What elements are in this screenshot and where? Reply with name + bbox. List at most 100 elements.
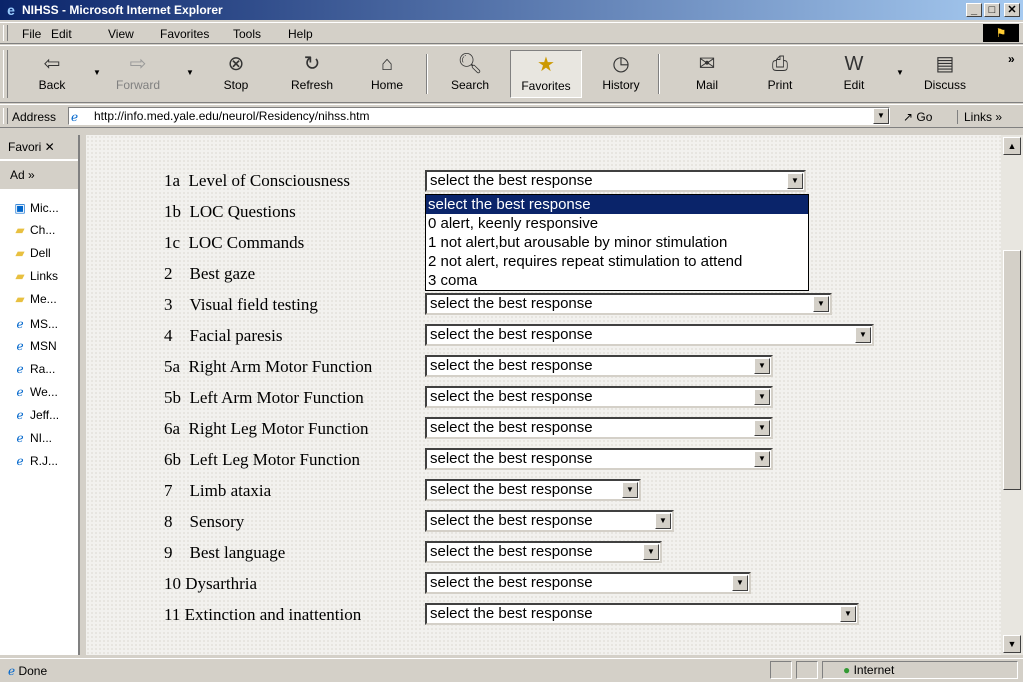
forward-dropdown-icon[interactable]: ▼ (186, 68, 194, 77)
favorite-item[interactable]: ℯ NI... (12, 431, 52, 445)
minimize-button[interactable]: _ (966, 3, 982, 17)
go-label: Go (916, 110, 933, 124)
address-url: http://info.med.yale.edu/neurol/Residenc… (94, 109, 370, 123)
discuss-label: Discuss (923, 78, 966, 92)
nihss-select-5a[interactable]: select the best response ▼ (425, 355, 773, 377)
nihss-select-7[interactable]: select the best response ▼ (425, 479, 641, 501)
refresh-button[interactable]: ↻ Refresh (283, 50, 341, 98)
select-option[interactable]: 2 not alert, requires repeat stimulation… (426, 252, 808, 271)
favorite-folder[interactable]: ▰ Links (12, 269, 58, 283)
favorites-button[interactable]: ★ Favorites (510, 50, 582, 98)
forward-button[interactable]: ⇨ Forward (108, 50, 168, 98)
home-button[interactable]: ⌂ Home (362, 50, 412, 98)
addressbar-grip[interactable] (3, 108, 8, 124)
favorite-item[interactable]: ℯ R.J... (12, 454, 58, 468)
nihss-select-4[interactable]: select the best response ▼ (425, 324, 874, 346)
select-arrow-icon[interactable]: ▼ (754, 451, 770, 467)
select-arrow-icon[interactable]: ▼ (813, 296, 829, 312)
select-option[interactable]: 1 not alert,but arousable by minor stimu… (426, 233, 808, 252)
nihss-item-label: 3 Visual field testing (164, 295, 318, 314)
select-option[interactable]: 3 coma (426, 271, 808, 290)
favorite-item[interactable]: ℯ Jeff... (12, 408, 59, 422)
select-arrow-icon[interactable]: ▼ (655, 513, 671, 529)
favorite-item[interactable]: ℯ Ra... (12, 362, 55, 376)
nihss-select-11[interactable]: select the best response ▼ (425, 603, 859, 625)
select-arrow-icon[interactable]: ▼ (732, 575, 748, 591)
edit-dropdown-icon[interactable]: ▼ (896, 68, 904, 77)
back-button[interactable]: ⇦ Back (28, 50, 76, 98)
menu-file[interactable]: File (22, 27, 41, 41)
menu-edit[interactable]: Edit (51, 27, 72, 41)
favorite-item[interactable]: ℯ We... (12, 385, 57, 399)
maximize-button[interactable]: □ (984, 3, 1000, 17)
favorites-pane-header: Favori ✕ (0, 135, 78, 159)
nihss-select-1a[interactable]: select the best response ▼ (425, 170, 806, 192)
search-label: Search (450, 78, 490, 92)
toolbar-grip[interactable] (3, 50, 8, 98)
toolbar-more-chevron[interactable]: » (1008, 52, 1015, 66)
address-dropdown-button[interactable]: ▼ (873, 108, 889, 124)
back-dropdown-icon[interactable]: ▼ (93, 68, 101, 77)
nihss-select-6a[interactable]: select the best response ▼ (425, 417, 773, 439)
menu-help[interactable]: Help (288, 27, 313, 41)
ie-page-icon: ℯ (16, 431, 24, 445)
select-arrow-icon[interactable]: ▼ (622, 482, 638, 498)
address-input[interactable]: ℯ http://info.med.yale.edu/neurol/Reside… (68, 107, 890, 125)
scroll-down-button[interactable]: ▼ (1003, 635, 1021, 653)
links-toolbar[interactable]: Links » (957, 110, 1002, 124)
nihss-select-6b[interactable]: select the best response ▼ (425, 448, 773, 470)
go-button[interactable]: ↗ Go (903, 110, 932, 124)
status-panel (796, 661, 818, 679)
favorites-pane-title[interactable]: Favori ✕ (8, 140, 55, 154)
favorite-item[interactable]: ▣ Mic... (12, 201, 58, 215)
mail-button[interactable]: ✉ Mail (682, 50, 732, 98)
select-arrow-icon[interactable]: ▼ (855, 327, 871, 343)
favorite-item[interactable]: ℯ MS... (12, 317, 58, 331)
select-option[interactable]: 0 alert, keenly responsive (426, 214, 808, 233)
stop-label: Stop (223, 78, 249, 92)
nihss-item-label: 10 Dysarthria (164, 574, 258, 593)
edit-button[interactable]: W Edit (830, 50, 878, 98)
favorite-item[interactable]: ℯ MSN (12, 339, 56, 353)
nihss-select-8[interactable]: select the best response ▼ (425, 510, 674, 532)
favorite-folder[interactable]: ▰ Dell (12, 246, 50, 260)
vertical-scrollbar[interactable]: ▲ ▼ (1001, 135, 1023, 655)
history-button[interactable]: ◷ History (592, 50, 650, 98)
select-arrow-icon[interactable]: ▼ (643, 544, 659, 560)
history-label: History (602, 78, 640, 92)
scroll-up-button[interactable]: ▲ (1003, 137, 1021, 155)
print-button[interactable]: ⎙ Print (756, 50, 804, 98)
select-arrow-icon[interactable]: ▼ (754, 358, 770, 374)
nihss-select-10[interactable]: select the best response ▼ (425, 572, 751, 594)
menu-tools[interactable]: Tools (233, 27, 261, 41)
nihss-select-3[interactable]: select the best response ▼ (425, 293, 832, 315)
ie-page-icon: ℯ (8, 664, 16, 678)
search-button[interactable]: 🔍︎ Search (442, 50, 498, 98)
folder-icon: ▰ (15, 246, 25, 260)
discuss-button[interactable]: ▤ Discuss (915, 50, 975, 98)
folder-icon: ▰ (15, 292, 25, 306)
select-arrow-icon[interactable]: ▼ (840, 606, 856, 622)
search-icon: 🔍︎ (457, 53, 483, 75)
back-label: Back (38, 78, 66, 92)
favorite-folder[interactable]: ▰ Me... (12, 292, 56, 306)
stop-button[interactable]: ⊗ Stop (211, 50, 261, 98)
select-option[interactable]: select the best response (426, 195, 808, 214)
select-arrow-icon[interactable]: ▼ (754, 420, 770, 436)
nihss-select-9[interactable]: select the best response ▼ (425, 541, 662, 563)
add-favorite-button[interactable]: Ad » (0, 161, 78, 189)
menubar-grip[interactable] (3, 25, 8, 41)
favorite-folder[interactable]: ▰ Ch... (12, 223, 55, 237)
close-button[interactable]: ✕ (1004, 3, 1020, 17)
stop-icon: ⊗ (227, 53, 245, 75)
menu-favorites[interactable]: Favorites (160, 27, 209, 41)
menu-view[interactable]: View (108, 27, 134, 41)
select-arrow-icon[interactable]: ▼ (754, 389, 770, 405)
scroll-thumb[interactable] (1003, 250, 1021, 490)
nihss-select-5b[interactable]: select the best response ▼ (425, 386, 773, 408)
back-arrow-icon: ⇦ (43, 53, 61, 75)
nihss-item-label: 1c LOC Commands (164, 233, 305, 252)
select-arrow-icon[interactable]: ▼ (787, 173, 803, 189)
discuss-icon: ▤ (935, 53, 955, 75)
nihss-item-label: 8 Sensory (164, 512, 245, 531)
